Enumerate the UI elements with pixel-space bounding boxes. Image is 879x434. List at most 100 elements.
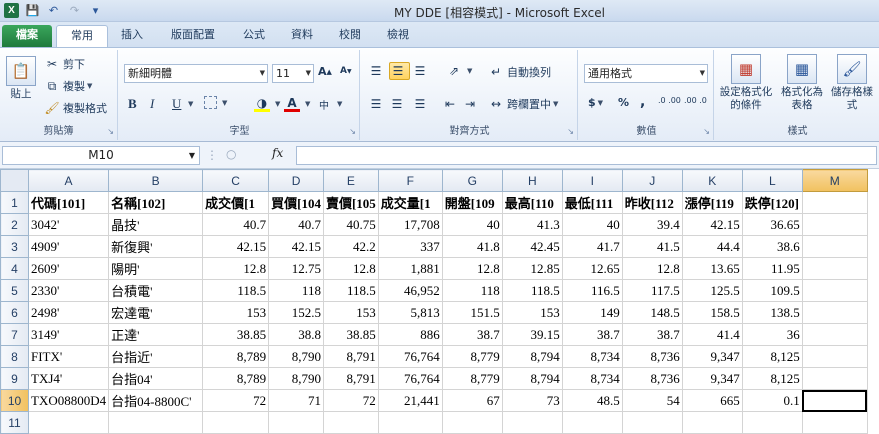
- percent-button[interactable]: %: [618, 96, 629, 109]
- copy-button[interactable]: ⧉ 複製 ▼: [44, 78, 93, 94]
- column-header-K[interactable]: K: [681, 169, 743, 192]
- cell-J4[interactable]: 12.8: [621, 257, 683, 280]
- cell-M9[interactable]: [801, 367, 868, 390]
- font-launcher-icon[interactable]: ↘: [349, 127, 356, 136]
- cell-A3[interactable]: 4909': [27, 235, 110, 258]
- cell-G9[interactable]: 8,779: [441, 367, 503, 390]
- cell-C1[interactable]: 成交價[1: [202, 191, 270, 214]
- cell-F10[interactable]: 21,441: [377, 389, 443, 412]
- cell-L6[interactable]: 138.5: [741, 301, 803, 324]
- cell-B6[interactable]: 宏達電': [108, 301, 204, 324]
- cell-H4[interactable]: 12.85: [501, 257, 563, 280]
- cell-A2[interactable]: 3042': [27, 213, 110, 236]
- underline-button[interactable]: U: [172, 96, 181, 112]
- column-header-J[interactable]: J: [621, 169, 683, 192]
- tab-insert[interactable]: 插入: [112, 25, 152, 47]
- tab-formulas[interactable]: 公式: [234, 25, 274, 47]
- cell-G5[interactable]: 118: [441, 279, 503, 302]
- cell-D6[interactable]: 152.5: [268, 301, 324, 324]
- cell-M6[interactable]: [801, 301, 868, 324]
- cell-K5[interactable]: 125.5: [681, 279, 743, 302]
- cell-K6[interactable]: 158.5: [681, 301, 743, 324]
- cell-A4[interactable]: 2609': [27, 257, 110, 280]
- row-header-9[interactable]: 9: [0, 367, 29, 390]
- formula-input[interactable]: [296, 146, 877, 165]
- cell-H1[interactable]: 最高[110: [501, 191, 563, 214]
- cell-H11[interactable]: [501, 411, 563, 434]
- cell-F11[interactable]: [377, 411, 443, 434]
- format-as-table-button[interactable]: ▦ 格式化為表格: [778, 54, 826, 112]
- increase-indent-button[interactable]: ⇥: [462, 96, 481, 112]
- cell-M1[interactable]: [801, 191, 868, 214]
- cell-K2[interactable]: 42.15: [681, 213, 743, 236]
- cell-I7[interactable]: 38.7: [561, 323, 623, 346]
- cell-G7[interactable]: 38.7: [441, 323, 503, 346]
- cell-I11[interactable]: [561, 411, 623, 434]
- cell-B10[interactable]: 台指04-8800C': [108, 389, 204, 412]
- font-size-select[interactable]: 11 ▼: [272, 64, 314, 83]
- decrease-indent-button[interactable]: ⇤: [442, 96, 461, 112]
- cell-M7[interactable]: [801, 323, 868, 346]
- cell-L5[interactable]: 109.5: [741, 279, 803, 302]
- cell-D5[interactable]: 118: [268, 279, 324, 302]
- font-color-button[interactable]: A ▼: [284, 96, 310, 112]
- border-button[interactable]: ▼: [204, 96, 227, 109]
- cell-J3[interactable]: 41.5: [621, 235, 683, 258]
- cell-E3[interactable]: 42.2: [322, 235, 379, 258]
- number-format-select[interactable]: 通用格式 ▼: [584, 64, 708, 83]
- orientation-button[interactable]: ⇗ ▼: [446, 63, 472, 79]
- cell-H9[interactable]: 8,794: [501, 367, 563, 390]
- cell-C7[interactable]: 38.85: [202, 323, 270, 346]
- cell-D4[interactable]: 12.75: [268, 257, 324, 280]
- cell-J2[interactable]: 39.4: [621, 213, 683, 236]
- cell-H10[interactable]: 73: [501, 389, 563, 412]
- column-header-G[interactable]: G: [441, 169, 503, 192]
- column-header-L[interactable]: L: [741, 169, 803, 192]
- cell-A9[interactable]: TXJ4': [27, 367, 110, 390]
- cell-K8[interactable]: 9,347: [681, 345, 743, 368]
- conditional-formatting-button[interactable]: ▦ 設定格式化的條件: [718, 54, 774, 112]
- cell-E11[interactable]: [322, 411, 379, 434]
- underline-dropdown[interactable]: ▼: [186, 100, 193, 108]
- font-name-select[interactable]: 新細明體 ▼: [124, 64, 268, 83]
- cell-I4[interactable]: 12.65: [561, 257, 623, 280]
- cell-B8[interactable]: 台指近': [108, 345, 204, 368]
- cell-E10[interactable]: 72: [322, 389, 379, 412]
- cell-B3[interactable]: 新復興': [108, 235, 204, 258]
- cell-M10[interactable]: [801, 389, 868, 412]
- cell-J11[interactable]: [621, 411, 683, 434]
- cell-J10[interactable]: 54: [621, 389, 683, 412]
- cell-I1[interactable]: 最低[111: [561, 191, 623, 214]
- column-header-F[interactable]: F: [377, 169, 443, 192]
- cell-F9[interactable]: 76,764: [377, 367, 443, 390]
- cell-L8[interactable]: 8,125: [741, 345, 803, 368]
- align-center-button[interactable]: ☰: [389, 96, 408, 112]
- comma-button[interactable]: ,: [640, 94, 645, 110]
- align-middle-button[interactable]: ☰: [389, 62, 410, 80]
- align-right-button[interactable]: ☰: [412, 96, 431, 112]
- cell-B2[interactable]: 晶技': [108, 213, 204, 236]
- cell-M11[interactable]: [801, 411, 868, 434]
- row-header-3[interactable]: 3: [0, 235, 29, 258]
- column-header-D[interactable]: D: [268, 169, 324, 192]
- column-header-I[interactable]: I: [561, 169, 623, 192]
- cell-J9[interactable]: 8,736: [621, 367, 683, 390]
- cell-F8[interactable]: 76,764: [377, 345, 443, 368]
- cell-C9[interactable]: 8,789: [202, 367, 270, 390]
- cell-H5[interactable]: 118.5: [501, 279, 563, 302]
- cell-D1[interactable]: 買價[104: [268, 191, 324, 214]
- tab-data[interactable]: 資料: [282, 25, 322, 47]
- cell-K3[interactable]: 44.4: [681, 235, 743, 258]
- cell-B7[interactable]: 正達': [108, 323, 204, 346]
- cell-K10[interactable]: 665: [681, 389, 743, 412]
- cell-H6[interactable]: 153: [501, 301, 563, 324]
- cell-E1[interactable]: 賣價[105: [322, 191, 379, 214]
- cell-G3[interactable]: 41.8: [441, 235, 503, 258]
- cell-A10[interactable]: TXO08800D4: [27, 389, 110, 412]
- cell-G6[interactable]: 151.5: [441, 301, 503, 324]
- cell-C5[interactable]: 118.5: [202, 279, 270, 302]
- cell-H8[interactable]: 8,794: [501, 345, 563, 368]
- column-header-E[interactable]: E: [322, 169, 379, 192]
- align-bottom-button[interactable]: ☰: [412, 63, 431, 79]
- cell-J1[interactable]: 昨收[112: [621, 191, 683, 214]
